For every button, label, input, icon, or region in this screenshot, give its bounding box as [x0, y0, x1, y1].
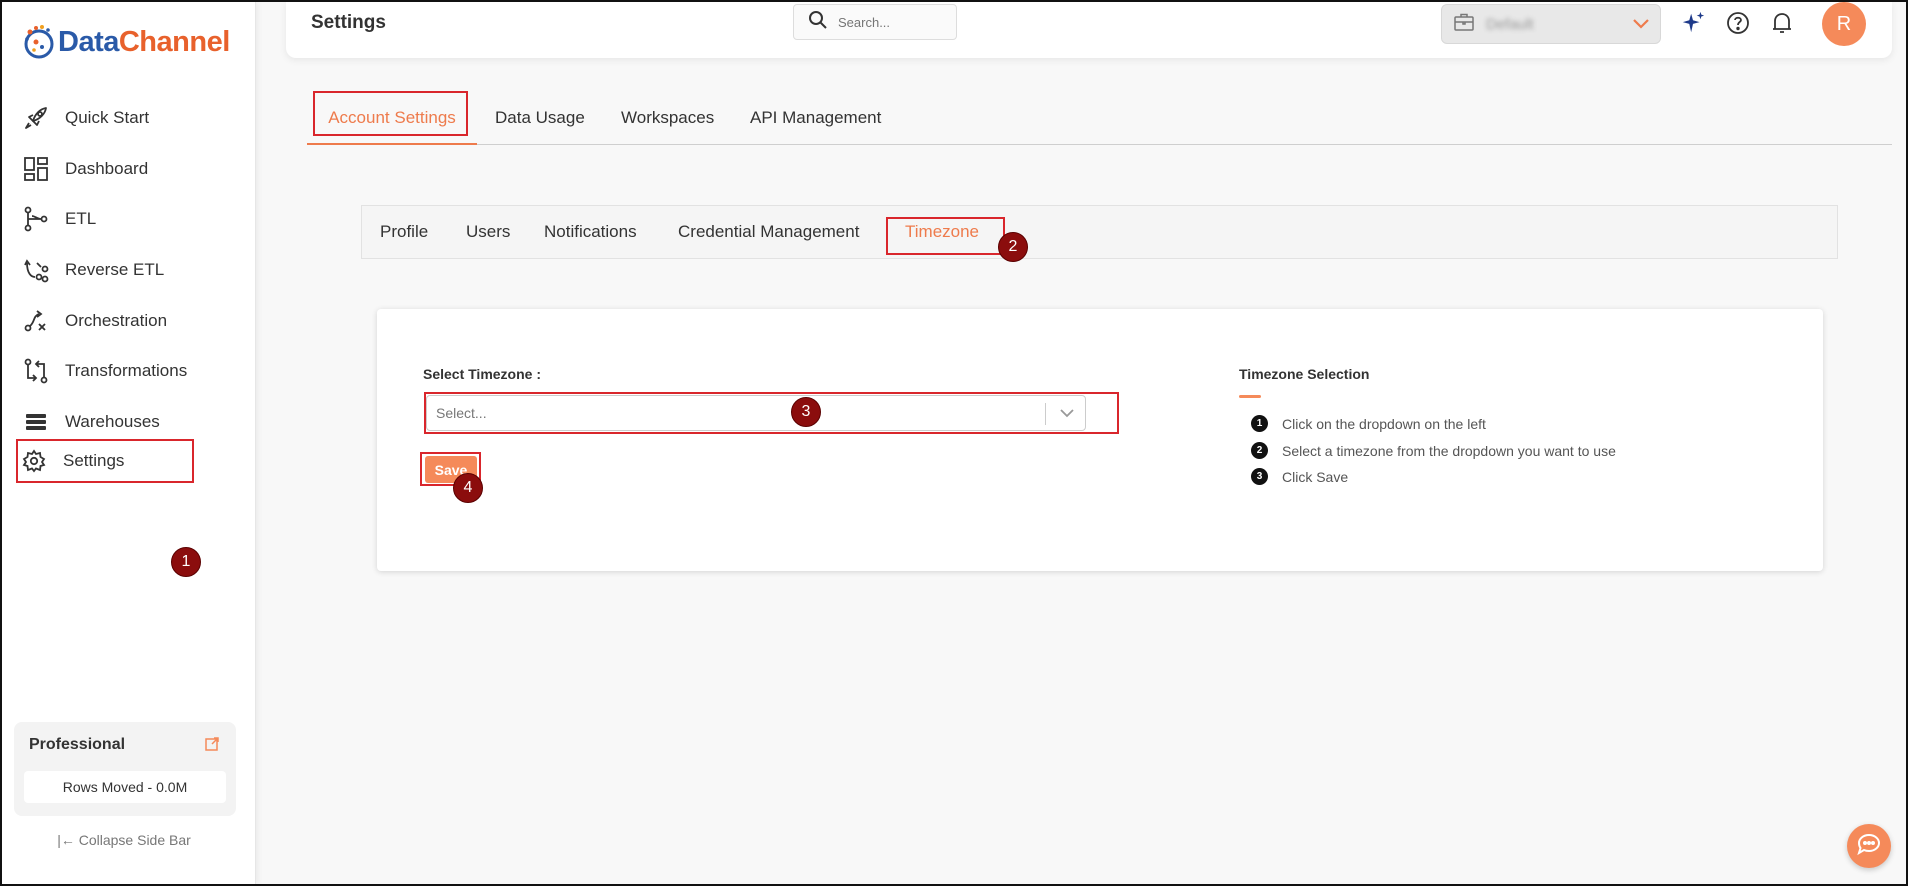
gear-icon — [20, 447, 48, 475]
sidebar-item-orchestration[interactable]: Orchestration — [18, 298, 238, 344]
collapse-sidebar-button[interactable]: |← Collapse Side Bar — [2, 832, 246, 848]
sidebar-item-label: Quick Start — [65, 108, 150, 127]
page-title: Settings — [311, 12, 386, 33]
sparkle-icon[interactable] — [1680, 10, 1706, 36]
chevron-down-icon — [1059, 406, 1075, 425]
step-text: Click Save — [1282, 468, 1349, 485]
plan-title: Professional — [29, 736, 126, 753]
tab-notifications[interactable]: Notifications — [544, 206, 637, 258]
sidebar-item-label: Orchestration — [65, 311, 168, 330]
logo[interactable]: DataChannel — [22, 20, 230, 64]
rocket-icon — [22, 104, 50, 132]
step-badge-4: 4 — [453, 473, 483, 503]
sidebar-item-label: Warehouses — [65, 412, 160, 431]
sidebar-item-dashboard[interactable]: Dashboard — [18, 146, 238, 192]
external-link-icon[interactable] — [204, 736, 220, 752]
sub-tabs: Profile Users Notifications Credential M… — [361, 205, 1838, 259]
step-text: Select a timezone from the dropdown you … — [1282, 442, 1616, 459]
sidebar-item-reverse-etl[interactable]: Reverse ETL — [18, 247, 238, 293]
sidebar-item-label: Dashboard — [65, 159, 149, 178]
step-number: 2 — [1251, 442, 1268, 459]
help-step: 2 Select a timezone from the dropdown yo… — [1251, 442, 1616, 459]
tab-profile[interactable]: Profile — [380, 206, 428, 258]
sidebar-item-etl[interactable]: ETL — [18, 196, 238, 242]
chat-button[interactable] — [1847, 824, 1891, 868]
highlight-frame — [886, 217, 1005, 255]
sidebar-item-settings[interactable]: Settings — [16, 439, 194, 483]
step-number: 3 — [1251, 468, 1268, 485]
timezone-card: Select Timezone : Select... 3 Save 4 Tim… — [377, 309, 1823, 571]
etl-icon — [22, 205, 50, 233]
chevron-down-icon — [1632, 17, 1650, 35]
highlight-frame — [313, 91, 468, 136]
collapse-icon: |← — [57, 832, 75, 848]
step-badge-2: 2 — [998, 232, 1028, 262]
workspace-select[interactable]: Default — [1441, 4, 1661, 44]
chat-icon — [1856, 832, 1882, 861]
tab-data-usage[interactable]: Data Usage — [495, 92, 585, 144]
sidebar-item-label: Settings — [63, 451, 125, 470]
step-badge-3: 3 — [791, 397, 821, 427]
help-divider — [1239, 395, 1261, 398]
timezone-select[interactable]: Select... — [426, 395, 1086, 431]
select-separator — [1045, 403, 1046, 425]
sidebar-item-transformations[interactable]: Transformations — [18, 348, 238, 394]
orchestration-icon — [22, 307, 50, 335]
rows-moved: Rows Moved - 0.0M — [24, 771, 226, 803]
tab-credential-management[interactable]: Credential Management — [678, 206, 859, 258]
collapse-label: Collapse Side Bar — [78, 832, 191, 848]
tab-api-management[interactable]: API Management — [750, 92, 881, 144]
sidebar: DataChannel Quick Start Dashboard ETL Re… — [2, 2, 256, 884]
reverse-etl-icon — [22, 256, 50, 284]
help-icon[interactable] — [1725, 10, 1751, 36]
datachannel-logo-icon — [22, 22, 56, 62]
brand-name: DataChannel — [58, 25, 230, 58]
sidebar-item-label: Transformations — [65, 361, 188, 380]
tab-users[interactable]: Users — [466, 206, 510, 258]
help-title: Timezone Selection — [1239, 366, 1370, 382]
sidebar-item-label: ETL — [65, 209, 97, 228]
step-badge-1: 1 — [171, 547, 201, 577]
search-box[interactable] — [793, 4, 957, 40]
timezone-label: Select Timezone : — [423, 366, 542, 382]
help-step: 3 Click Save — [1251, 468, 1348, 485]
search-icon — [808, 10, 828, 35]
briefcase-icon — [1454, 13, 1474, 36]
timezone-select-placeholder: Select... — [436, 405, 487, 421]
dashboard-icon — [22, 155, 50, 183]
avatar[interactable]: R — [1822, 2, 1866, 46]
transformations-icon — [22, 357, 50, 385]
sidebar-item-label: Reverse ETL — [65, 260, 165, 279]
workspace-value: Default — [1486, 15, 1534, 33]
plan-card: Professional Rows Moved - 0.0M — [14, 722, 236, 816]
step-text: Click on the dropdown on the left — [1282, 415, 1486, 432]
search-input[interactable] — [838, 14, 948, 30]
tab-workspaces[interactable]: Workspaces — [621, 92, 714, 144]
main-tabs: Account Settings Data Usage Workspaces A… — [307, 92, 1892, 145]
bell-icon[interactable] — [1769, 10, 1795, 36]
sidebar-item-quick-start[interactable]: Quick Start — [18, 95, 238, 141]
app-frame: DataChannel Quick Start Dashboard ETL Re… — [0, 0, 1908, 886]
step-number: 1 — [1251, 415, 1268, 432]
help-step: 1 Click on the dropdown on the left — [1251, 415, 1486, 432]
topbar: Settings Default — [286, 2, 1892, 58]
warehouses-icon — [22, 408, 50, 436]
